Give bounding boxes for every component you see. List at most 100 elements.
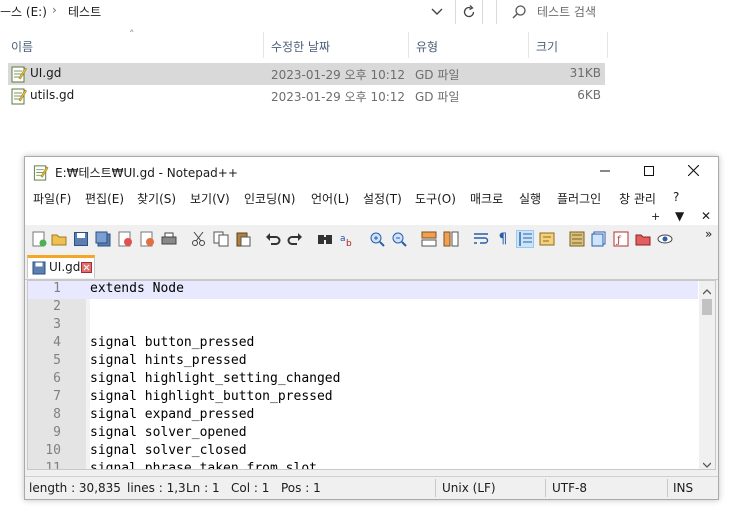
redo-icon[interactable]: [287, 231, 303, 247]
line-text: signal highlight_button_pressed: [90, 389, 333, 404]
column-name[interactable]: 이름: [11, 38, 33, 55]
menu-view[interactable]: 보기(V): [190, 190, 230, 207]
line-number: 3: [53, 317, 61, 332]
toolbar-overflow-icon[interactable]: »: [705, 227, 712, 241]
find-icon[interactable]: [317, 231, 333, 247]
open-file-icon[interactable]: [51, 231, 67, 247]
close-file-icon[interactable]: [117, 231, 133, 247]
tab-bar: UI.gd: [25, 253, 718, 280]
menu-edit[interactable]: 편집(E): [85, 190, 124, 207]
menu-settings[interactable]: 설정(T): [363, 190, 402, 207]
zoom-in-icon[interactable]: [369, 231, 385, 247]
file-row[interactable]: UI.gd 2023-01-29 오후 10:12 GD 파일 31KB: [8, 63, 605, 85]
menu-language[interactable]: 언어(L): [311, 190, 349, 207]
tab-ui-gd[interactable]: UI.gd: [27, 255, 95, 278]
status-eol[interactable]: Unix (LF): [442, 481, 496, 495]
window-title: E:₩테스트₩UI.gd - Notepad++: [55, 166, 238, 180]
cut-icon[interactable]: [191, 231, 207, 247]
code-line: 9 signal solver_opened: [28, 425, 698, 443]
tab-label: UI.gd: [49, 260, 81, 274]
column-modified[interactable]: 수정한 날짜: [271, 38, 330, 55]
status-encoding[interactable]: UTF-8: [552, 481, 587, 495]
line-number: 7: [53, 389, 61, 404]
scroll-up-icon[interactable]: [702, 284, 712, 298]
menu-file[interactable]: 파일(F): [33, 190, 71, 207]
menu-run[interactable]: 실행: [519, 190, 541, 207]
close-button[interactable]: [671, 157, 715, 187]
title-bar[interactable]: E:₩테스트₩UI.gd - Notepad++: [25, 157, 718, 187]
breadcrumb-folder[interactable]: 테스트: [68, 3, 101, 20]
document-map-icon[interactable]: [569, 231, 585, 247]
search-input[interactable]: 테스트 검색: [537, 3, 596, 20]
line-text: signal button_pressed: [90, 335, 255, 350]
menu-macro[interactable]: 매크로: [470, 190, 503, 207]
document-controls: + ▼ ✕: [25, 209, 718, 225]
breadcrumb-drive[interactable]: ㅡ스 (E:): [0, 3, 47, 20]
close-all-icon[interactable]: [139, 231, 155, 247]
text-file-icon: [11, 65, 27, 86]
toolbar: ab ¶ ƒ »: [25, 225, 718, 253]
print-icon[interactable]: [161, 231, 177, 247]
function-list-icon[interactable]: ƒ: [613, 231, 629, 247]
line-number: 1: [53, 281, 61, 296]
word-wrap-icon[interactable]: [473, 231, 489, 247]
code-line: 8 signal expand_pressed: [28, 407, 698, 425]
code-line: 4 signal button_pressed: [28, 335, 698, 353]
file-name: utils.gd: [30, 88, 75, 102]
minimize-button[interactable]: [583, 157, 627, 187]
svg-text:a: a: [340, 234, 346, 244]
line-text: signal solver_closed: [90, 443, 247, 458]
scrollbar-thumb[interactable]: [702, 299, 712, 315]
document-list-icon[interactable]: [591, 231, 607, 247]
paste-icon[interactable]: [235, 231, 251, 247]
zoom-out-icon[interactable]: [391, 231, 407, 247]
column-size[interactable]: 크기: [536, 38, 558, 55]
copy-icon[interactable]: [213, 231, 229, 247]
search-box[interactable]: 테스트 검색: [496, 0, 733, 24]
undo-icon[interactable]: [265, 231, 281, 247]
file-size: 6KB: [577, 88, 601, 102]
line-text: extends Node: [90, 281, 184, 296]
menu-window[interactable]: 창 관리: [619, 190, 656, 207]
menu-plugins[interactable]: 플러그인: [557, 190, 601, 207]
maximize-button[interactable]: [627, 157, 671, 187]
file-row[interactable]: utils.gd 2023-01-29 오후 10:12 GD 파일 6KB: [8, 85, 605, 107]
menu-help[interactable]: ?: [673, 190, 679, 204]
indent-guide-icon[interactable]: [516, 230, 534, 248]
close-document-icon[interactable]: ✕: [701, 209, 711, 223]
refresh-icon: [461, 4, 477, 23]
save-icon[interactable]: [73, 231, 89, 247]
save-all-icon[interactable]: [95, 231, 111, 247]
monitoring-eye-icon[interactable]: [657, 231, 673, 247]
line-text: signal solver_opened: [90, 425, 247, 440]
status-ln: Ln : 1: [186, 481, 220, 495]
column-type[interactable]: 유형: [416, 38, 438, 55]
code-line: 5 signal hints_pressed: [28, 353, 698, 371]
code-line: 10 signal solver_closed: [28, 443, 698, 461]
tab-close-icon[interactable]: [81, 262, 92, 276]
chevron-down-icon[interactable]: [430, 4, 444, 21]
status-insert-mode[interactable]: INS: [673, 481, 693, 495]
menu-tools[interactable]: 도구(O): [415, 190, 456, 207]
sync-vertical-icon[interactable]: [421, 231, 437, 247]
code-editor[interactable]: 1 extends Node 2 3 4 signal button_pressed…: [27, 280, 716, 470]
line-number: 9: [53, 425, 61, 440]
user-language-icon[interactable]: [539, 231, 555, 247]
new-file-icon[interactable]: [31, 231, 47, 247]
replace-icon[interactable]: ab: [339, 231, 355, 249]
address-bar[interactable]: ㅡ스 (E:) › 테스트: [0, 0, 455, 24]
tab-list-down-icon[interactable]: ▼: [675, 209, 684, 223]
vertical-scrollbar[interactable]: [699, 281, 715, 469]
folder-workspace-icon[interactable]: [635, 231, 651, 247]
sync-horizontal-icon[interactable]: [443, 231, 459, 247]
menu-search[interactable]: 찾기(S): [137, 190, 176, 207]
code-line: 7 signal highlight_button_pressed: [28, 389, 698, 407]
scroll-down-icon[interactable]: [702, 457, 712, 469]
line-number: 4: [53, 335, 61, 350]
new-tab-plus-icon[interactable]: +: [651, 210, 660, 223]
menu-encoding[interactable]: 인코딩(N): [244, 190, 295, 207]
line-text: signal hints_pressed: [90, 353, 247, 368]
show-all-characters-icon[interactable]: ¶: [495, 231, 511, 247]
line-text: signal highlight_setting_changed: [90, 371, 341, 386]
refresh-button[interactable]: [456, 0, 482, 24]
